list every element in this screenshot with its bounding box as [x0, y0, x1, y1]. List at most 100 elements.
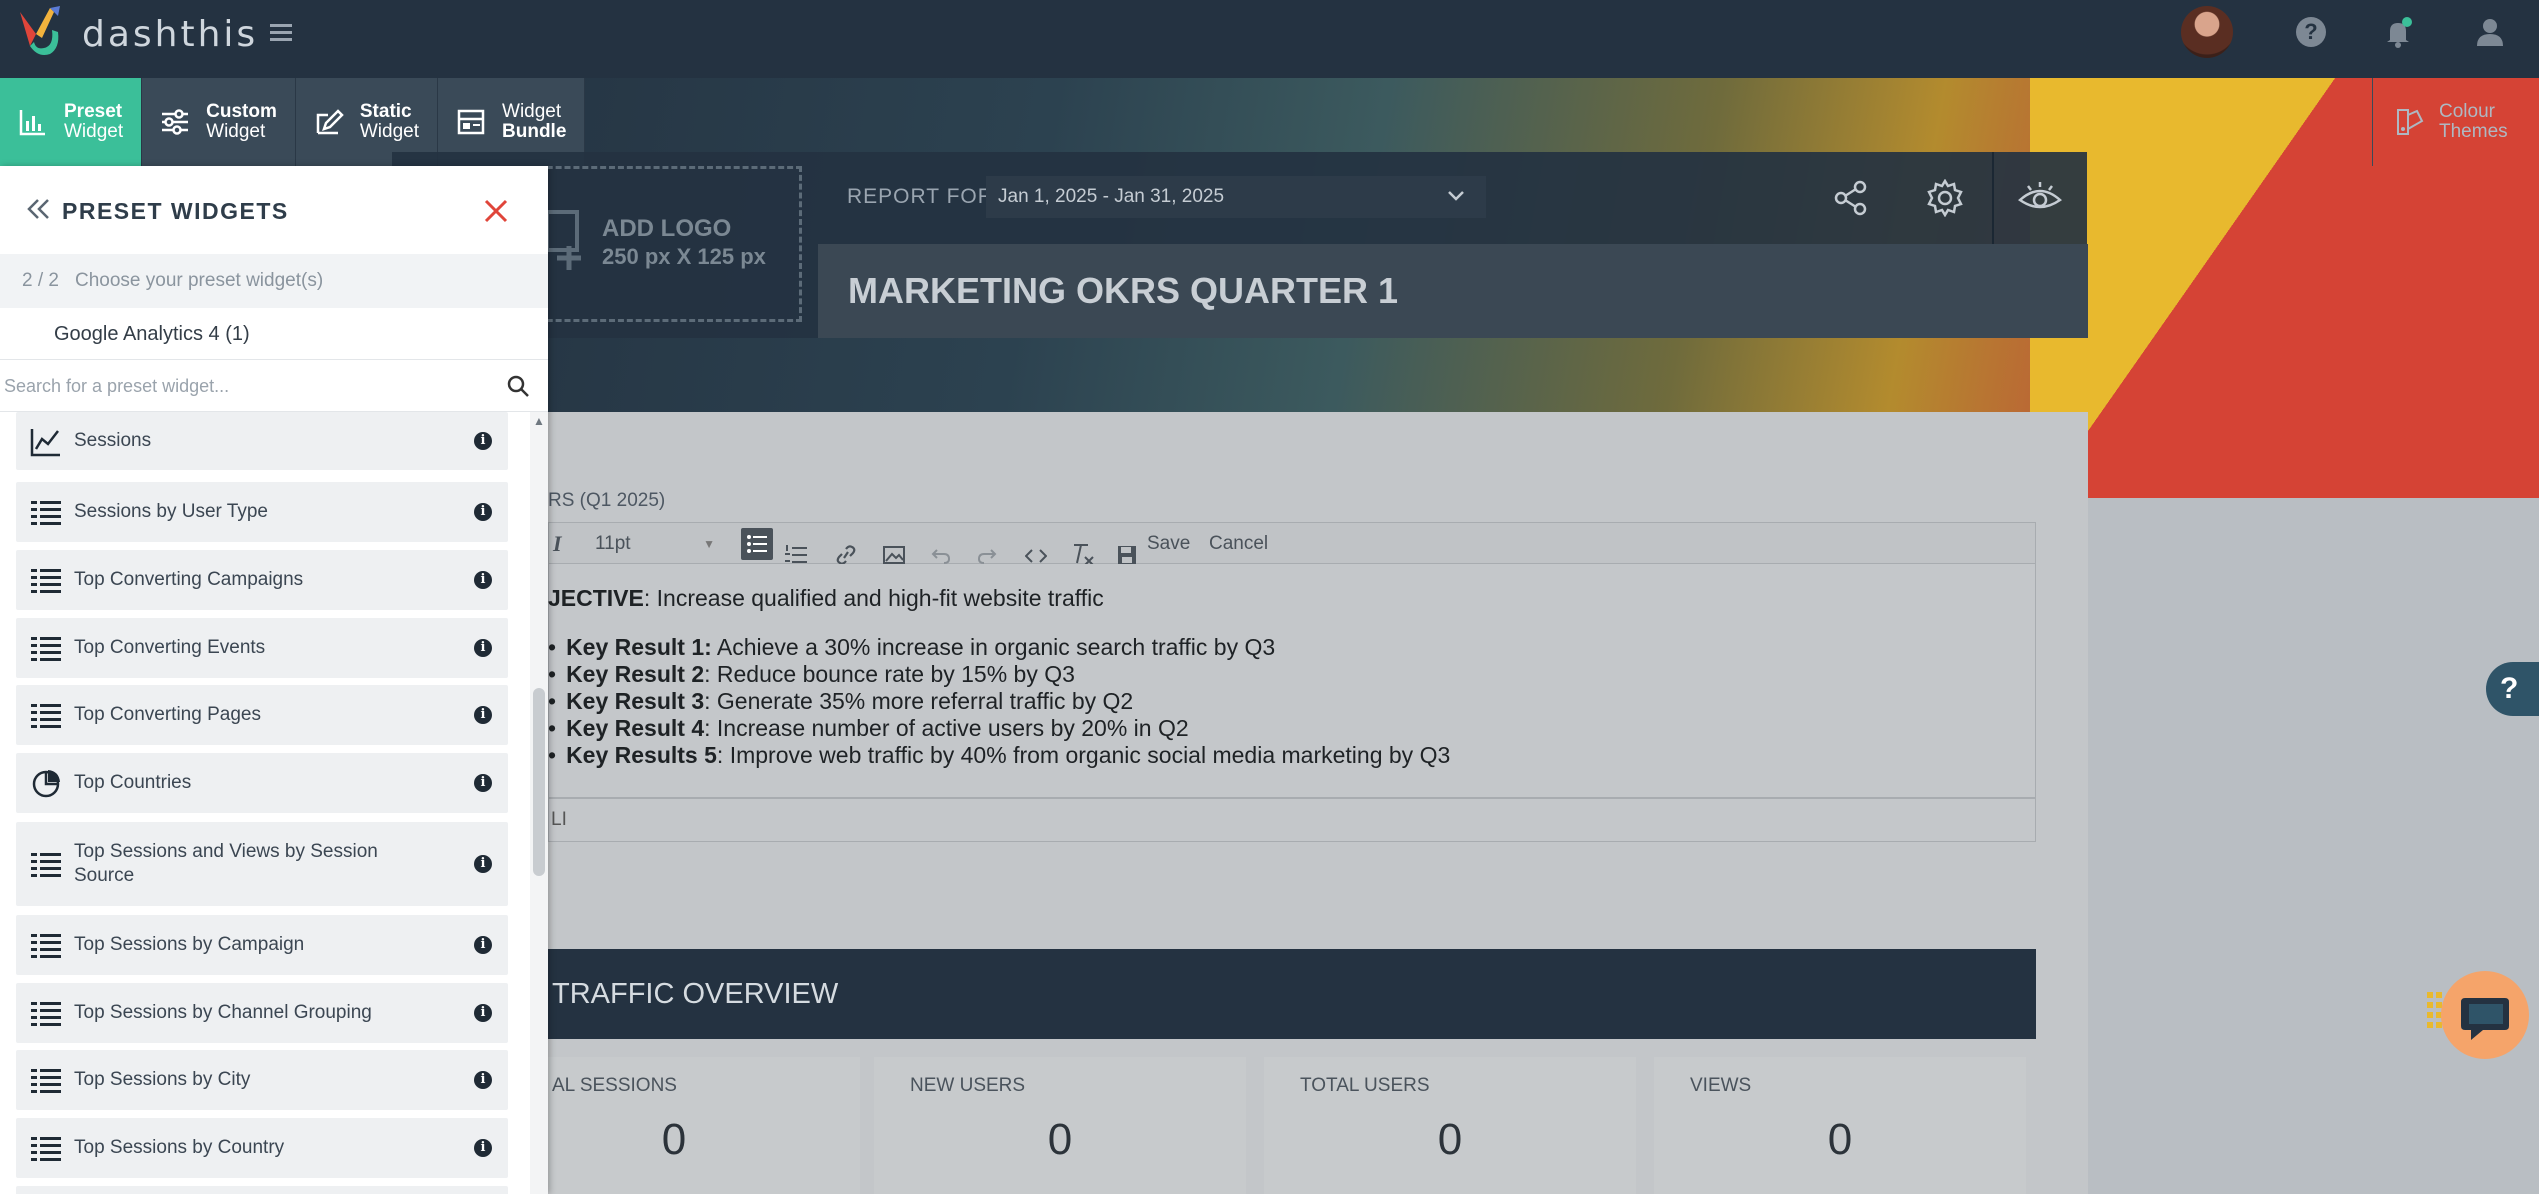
- preset-search-input[interactable]: [2, 366, 492, 406]
- hamburger-menu-icon[interactable]: [270, 22, 294, 44]
- eye-icon[interactable]: [2018, 180, 2062, 216]
- tab-custom-widget[interactable]: Custom Widget: [142, 78, 296, 166]
- list-item-label: Top Converting Campaigns: [74, 569, 304, 590]
- key-result-text: : Improve web traffic by 40% from organi…: [716, 742, 1451, 768]
- table-icon: [31, 1137, 61, 1161]
- key-result-label: Key Result 3: [566, 688, 705, 714]
- step-hint: Choose your preset widget(s): [74, 270, 324, 291]
- objective-text: : Increase qualified and high-fit websit…: [643, 585, 1104, 611]
- list-item-label: Top Sessions by Channel Grouping: [74, 1002, 372, 1023]
- table-icon: [31, 569, 61, 593]
- font-size-select[interactable]: 11pt ▼: [595, 523, 725, 565]
- add-image-icon: [545, 210, 581, 270]
- chevron-down-icon: [1448, 191, 1464, 201]
- table-icon: [31, 934, 61, 958]
- scroll-up-arrow-icon[interactable]: ▲: [533, 414, 545, 428]
- data-source-item[interactable]: Google Analytics 4 (1): [0, 308, 548, 360]
- user-profile-icon[interactable]: [2474, 16, 2506, 48]
- report-for-label: REPORT FOR: [847, 185, 994, 208]
- key-result-text: : Reduce bounce rate by 15% by Q3: [704, 661, 1075, 687]
- info-icon[interactable]: i: [474, 639, 492, 657]
- page-gutter: [2088, 498, 2539, 1194]
- floating-help-button[interactable]: ?: [2486, 662, 2539, 716]
- key-result-label: Key Results 5: [566, 742, 717, 768]
- info-icon[interactable]: i: [474, 503, 492, 521]
- info-icon[interactable]: i: [474, 706, 492, 724]
- date-range-value: Jan 1, 2025 - Jan 31, 2025: [998, 186, 1225, 207]
- list-item[interactable]: Top Sessions by Channel Grouping i: [16, 983, 508, 1043]
- info-icon[interactable]: i: [474, 855, 492, 873]
- list-item[interactable]: Top Countries i: [16, 753, 508, 813]
- key-result-item: Key Result 4: Increase number of active …: [548, 715, 1189, 742]
- tab-preset-widget[interactable]: Preset Widget: [0, 78, 143, 166]
- dashthis-logo-icon[interactable]: [14, 4, 66, 60]
- save-button[interactable]: Save: [1147, 523, 1190, 565]
- panel-scrollbar-thumb[interactable]: [533, 688, 545, 876]
- colour-themes-line2: Themes: [2439, 121, 2508, 142]
- palette-icon: [2397, 109, 2424, 135]
- tab-bundle-line2: Bundle: [502, 121, 567, 142]
- objective-prefix: JECTIVE: [548, 585, 644, 611]
- list-item[interactable]: Top Converting Events i: [16, 618, 508, 678]
- editor-toolbar: I 11pt ▼ Save Cancel: [548, 522, 2036, 566]
- chat-widget-icon[interactable]: [2427, 970, 2531, 1060]
- list-item[interactable]: Top Converting Campaigns i: [16, 550, 508, 610]
- list-item[interactable]: Sessions by User Type i: [16, 482, 508, 542]
- report-title[interactable]: MARKETING OKRS QUARTER 1: [848, 270, 1398, 312]
- list-item[interactable]: Top Sessions by Campaign i: [16, 915, 508, 975]
- tab-preset-line1: Preset: [64, 101, 123, 122]
- metric-label: TOTAL USERS: [1300, 1075, 1430, 1096]
- preset-widget-list: Sessions i Sessions by User Type i Top C…: [0, 412, 530, 1194]
- info-icon[interactable]: i: [474, 1071, 492, 1089]
- metric-value: 0: [1047, 1115, 1073, 1164]
- info-icon[interactable]: i: [474, 774, 492, 792]
- edit-note-icon: [316, 109, 344, 135]
- key-result-item: Key Result 3: Generate 35% more referral…: [548, 688, 1133, 715]
- notification-bell-icon[interactable]: [2382, 16, 2414, 48]
- key-result-label: Key Result 4: [566, 715, 705, 741]
- data-source-label: Google Analytics 4 (1): [54, 323, 250, 345]
- metric-card-new-users[interactable]: NEW USERS 0: [874, 1057, 1246, 1194]
- metric-label: AL SESSIONS: [552, 1075, 677, 1096]
- search-icon[interactable]: [506, 374, 530, 398]
- key-result-item: Key Result 2: Reduce bounce rate by 15% …: [548, 661, 1075, 688]
- floating-help-label: ?: [2500, 672, 2519, 705]
- info-icon[interactable]: i: [474, 432, 492, 450]
- info-icon[interactable]: i: [474, 1004, 492, 1022]
- double-chevron-left-icon[interactable]: [26, 198, 52, 220]
- list-item[interactable]: Top Converting Pages i: [16, 685, 508, 745]
- header-divider: [1992, 152, 1994, 244]
- sliders-icon: [162, 109, 189, 135]
- info-icon[interactable]: i: [474, 571, 492, 589]
- add-logo-size: 250 px X 125 px: [602, 244, 766, 269]
- list-item-label: Top Sessions by City: [74, 1069, 251, 1090]
- traffic-overview-title[interactable]: TRAFFIC OVERVIEW: [552, 978, 838, 1011]
- close-icon[interactable]: [483, 198, 509, 224]
- metric-card-views[interactable]: VIEWS 0: [1654, 1057, 2026, 1194]
- list-item[interactable]: Top Sessions and Views by Session Source…: [16, 822, 508, 906]
- info-icon[interactable]: i: [474, 936, 492, 954]
- list-item[interactable]: Top Sessions by Country i: [16, 1118, 508, 1178]
- list-item-label: Top Sessions by Campaign: [74, 934, 305, 955]
- metric-card-total-users[interactable]: TOTAL USERS 0: [1264, 1057, 1636, 1194]
- colour-themes-line1: Colour: [2439, 101, 2495, 122]
- list-item[interactable]: [16, 1186, 508, 1194]
- key-result-text: Achieve a 30% increase in organic search…: [711, 634, 1276, 660]
- gear-icon[interactable]: [1926, 179, 1964, 217]
- list-item[interactable]: Top Sessions by City i: [16, 1050, 508, 1110]
- date-range-select[interactable]: Jan 1, 2025 - Jan 31, 2025: [986, 176, 1486, 218]
- table-icon: [31, 1002, 61, 1026]
- metric-label: NEW USERS: [910, 1075, 1026, 1096]
- bar-chart-icon: [19, 110, 45, 136]
- italic-button[interactable]: I: [553, 523, 562, 565]
- cancel-button[interactable]: Cancel: [1209, 523, 1268, 565]
- list-item[interactable]: Sessions i: [16, 412, 508, 470]
- bullet-list-button[interactable]: [741, 528, 773, 560]
- share-icon[interactable]: [1834, 180, 1868, 216]
- colour-themes-button[interactable]: Colour Themes: [2372, 78, 2539, 166]
- user-avatar[interactable]: [2181, 6, 2233, 58]
- info-icon[interactable]: i: [474, 1139, 492, 1157]
- bullet-list-icon: [747, 535, 767, 553]
- help-icon[interactable]: ?: [2296, 17, 2326, 47]
- list-item-label: Top Converting Events: [74, 637, 266, 658]
